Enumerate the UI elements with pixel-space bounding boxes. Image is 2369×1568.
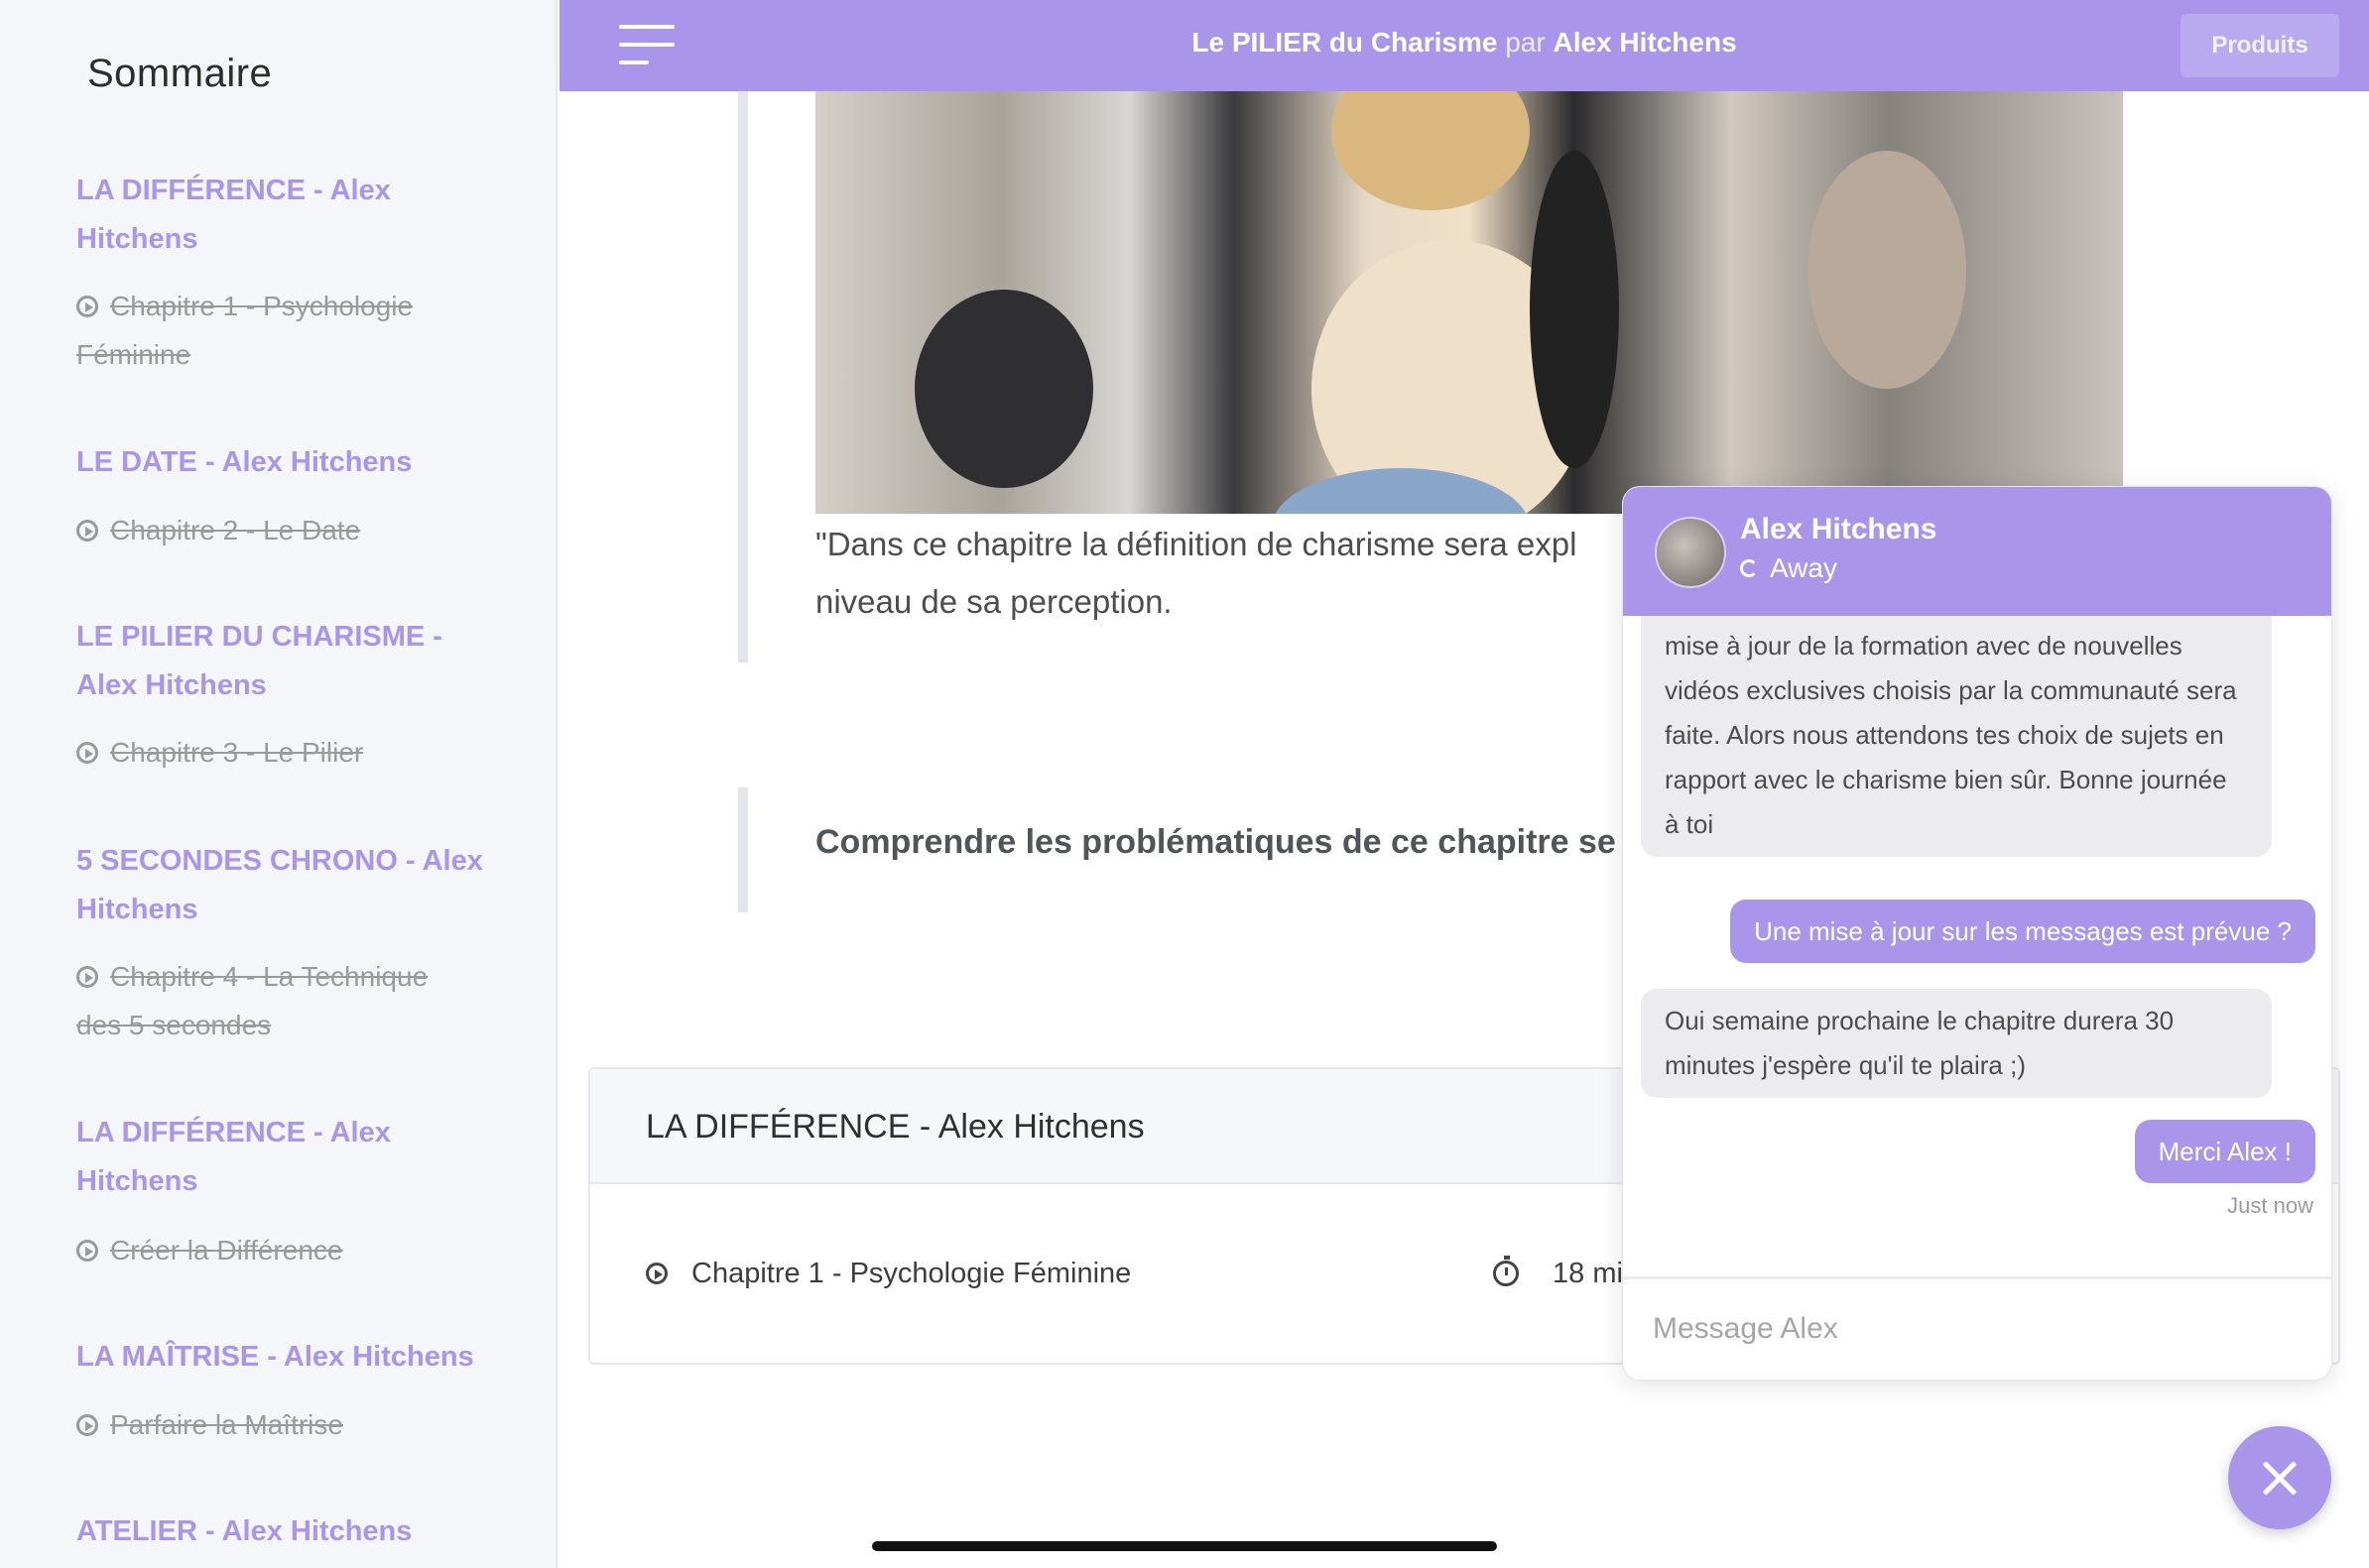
- sidebar-chapter[interactable]: Chapitre 2 - Le Date: [76, 506, 473, 554]
- sidebar-section-title[interactable]: ATELIER - Alex Hitchens: [76, 1508, 493, 1556]
- course-name: Le PILIER du Charisme: [1191, 27, 1498, 58]
- quote-line-1: "Dans ce chapitre la définition de chari…: [815, 526, 1577, 562]
- course-title: Le PILIER du Charisme par Alex Hitchens: [560, 27, 2369, 59]
- status-away-icon: [1740, 559, 1758, 577]
- by-label: par: [1505, 27, 1546, 58]
- play-icon: [646, 1263, 668, 1284]
- status-label: Away: [1770, 552, 1837, 583]
- problem-heading: Comprendre les problématiques de ce chap…: [815, 823, 1616, 861]
- sidebar-chapter[interactable]: Créer la Différence: [76, 1226, 473, 1274]
- play-icon: [76, 1240, 98, 1262]
- card-chapter-link[interactable]: Chapitre 1 - Psychologie Féminine: [646, 1258, 1131, 1290]
- sidebar-chapter[interactable]: Chapitre 3 - Le Pilier: [76, 728, 473, 777]
- sidebar-chapter-label: Chapitre 3 - Le Pilier: [110, 737, 364, 768]
- message-timestamp: Just now: [2227, 1193, 2313, 1218]
- agent-status: Away: [1740, 552, 1837, 584]
- agent-name: Alex Hitchens: [1740, 513, 1937, 545]
- chat-widget: Alex Hitchens Away mise à jour de la for…: [1622, 486, 2332, 1381]
- chat-message-user: Une mise à jour sur les messages est pré…: [1730, 900, 2315, 963]
- sidebar-section-title[interactable]: LE DATE - Alex Hitchens: [76, 438, 493, 487]
- sidebar: Sommaire LA DIFFÉRENCE - Alex Hitchens C…: [0, 0, 558, 1568]
- play-icon: [76, 742, 98, 764]
- home-indicator: [872, 1541, 1497, 1551]
- play-icon: [76, 520, 98, 542]
- message-list[interactable]: mise à jour de la formation avec de nouv…: [1623, 616, 2331, 1270]
- quote-bar: [738, 91, 748, 663]
- play-icon: [76, 296, 98, 317]
- sidebar-chapter[interactable]: Parfaire la Maîtrise: [76, 1400, 473, 1449]
- chat-message-agent: Oui semaine prochaine le chapitre durera…: [1641, 989, 2272, 1098]
- author-name: Alex Hitchens: [1553, 27, 1737, 58]
- sidebar-chapter-label: Chapitre 4 - La Technique des 5 secondes: [76, 961, 429, 1040]
- chat-message-user: Merci Alex !: [2134, 1120, 2315, 1183]
- quote-line-2: niveau de sa perception.: [815, 583, 1173, 620]
- chat-header: Alex Hitchens Away: [1623, 487, 2331, 616]
- quote-bar: [738, 787, 748, 912]
- timer-icon: [1493, 1256, 1519, 1286]
- play-icon: [76, 1414, 98, 1436]
- products-button[interactable]: Produits: [2181, 14, 2339, 77]
- card-chapter-label: Chapitre 1 - Psychologie Féminine: [691, 1258, 1132, 1289]
- sidebar-chapter[interactable]: Chapitre 4 - La Technique des 5 secondes: [76, 952, 473, 1049]
- sidebar-section-title[interactable]: LA DIFFÉRENCE - Alex Hitchens: [76, 167, 493, 264]
- sidebar-title: Sommaire: [87, 52, 273, 95]
- sidebar-chapter-label: Parfaire la Maîtrise: [110, 1409, 343, 1440]
- sidebar-section-title[interactable]: LA DIFFÉRENCE - Alex Hitchens: [76, 1109, 493, 1206]
- avatar: [1655, 517, 1726, 588]
- close-icon[interactable]: [2228, 1426, 2331, 1529]
- sidebar-chapter[interactable]: Chapitre 1 - Psychologie Féminine: [76, 282, 473, 379]
- message-input[interactable]: Message Alex: [1623, 1276, 2331, 1380]
- top-bar: Le PILIER du Charisme par Alex Hitchens …: [560, 0, 2369, 91]
- chapter-duration: 18 mi: [1553, 1258, 1623, 1289]
- sidebar-chapter-label: Chapitre 2 - Le Date: [110, 515, 361, 545]
- play-icon: [76, 966, 98, 988]
- sidebar-section-title[interactable]: LE PILIER DU CHARISME - Alex Hitchens: [76, 613, 493, 710]
- sidebar-section-title[interactable]: LA MAÎTRISE - Alex Hitchens: [76, 1333, 493, 1382]
- sidebar-chapter-label: Créer la Différence: [110, 1235, 343, 1266]
- chapter-image: [815, 91, 2123, 514]
- sidebar-section-title[interactable]: 5 SECONDES CHRONO - Alex Hitchens: [76, 837, 493, 934]
- sidebar-chapter-label: Chapitre 1 - Psychologie Féminine: [76, 291, 414, 370]
- chat-message-agent: mise à jour de la formation avec de nouv…: [1641, 616, 2272, 857]
